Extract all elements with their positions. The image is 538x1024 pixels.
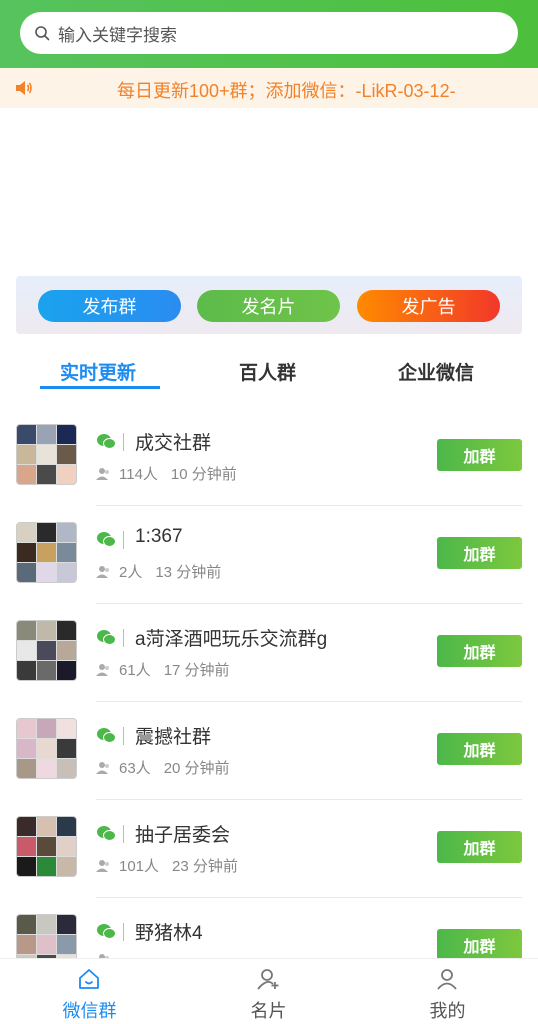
speaker-icon [16, 81, 32, 95]
member-count: 61人 [119, 662, 151, 679]
update-time: 10 分钟前 [170, 466, 237, 483]
search-input[interactable]: 输入关键字搜索 [20, 12, 518, 54]
join-group-button[interactable]: 加群 [437, 439, 522, 471]
group-meta: 61人 17 分钟前 [96, 659, 230, 680]
group-name: 震撼社群 [135, 727, 212, 748]
add-user-icon [257, 969, 279, 990]
member-count: 2人 [119, 564, 143, 581]
group-name: 1:367 [135, 526, 183, 547]
divider [123, 531, 124, 549]
wechat-icon [97, 728, 116, 743]
group-meta: 2人 13 分钟前 [96, 561, 221, 582]
list-item[interactable]: 成交社群 114人 10 分钟前 加群 [0, 408, 538, 506]
wechat-icon [97, 434, 116, 449]
search-icon [35, 26, 50, 41]
wechat-icon [97, 532, 116, 547]
divider [123, 629, 124, 647]
tabbar-item-mine[interactable]: 我的 [358, 959, 537, 1024]
user-icon [437, 969, 457, 990]
post-ad-button[interactable]: 发广告 [357, 290, 500, 322]
member-count: 114人 [119, 466, 158, 483]
join-group-button[interactable]: 加群 [437, 831, 522, 863]
home-icon [79, 969, 99, 989]
header: 输入关键字搜索 [0, 0, 538, 68]
tabbar-label: 我的 [429, 1001, 466, 1021]
wechat-icon [97, 630, 116, 645]
tabbar-item-wechat-groups[interactable]: 微信群 [0, 959, 179, 1024]
notice-bar: 每日更新100+群；添加微信：-LikR-03-12- [0, 68, 538, 108]
members-icon [96, 467, 109, 480]
notice-text: 每日更新100+群；添加微信：-LikR-03-12- [117, 81, 456, 101]
divider [123, 923, 124, 941]
category-tabs: 实时更新 百人群 企业微信 [0, 348, 538, 398]
join-group-button[interactable]: 加群 [437, 537, 522, 569]
update-time: 20 分钟前 [163, 760, 230, 777]
banner-area [0, 108, 538, 276]
join-group-button[interactable]: 加群 [437, 635, 522, 667]
tab-hundred-groups[interactable]: 百人群 [239, 358, 296, 385]
tab-enterprise-wechat[interactable]: 企业微信 [398, 358, 474, 385]
group-avatar [16, 816, 77, 877]
group-meta: 63人 20 分钟前 [96, 757, 230, 778]
group-name: 抽子居委会 [135, 825, 231, 846]
active-tab-indicator [40, 386, 160, 389]
group-meta: 114人 10 分钟前 [96, 463, 237, 484]
list-item[interactable]: a菏泽酒吧玩乐交流群g 61人 17 分钟前 加群 [0, 604, 538, 702]
group-avatar [16, 718, 77, 779]
wechat-icon [97, 826, 116, 841]
members-icon [96, 761, 109, 774]
tabbar-label: 名片 [250, 1001, 287, 1021]
join-group-button[interactable]: 加群 [437, 733, 522, 765]
post-card-button[interactable]: 发名片 [197, 290, 340, 322]
members-icon [96, 859, 109, 872]
group-avatar [16, 522, 77, 583]
join-group-button[interactable]: 加群 [437, 929, 522, 961]
list-item[interactable]: 抽子居委会 101人 23 分钟前 加群 [0, 800, 538, 898]
tabbar-item-cards[interactable]: 名片 [179, 959, 358, 1024]
divider [123, 727, 124, 745]
search-placeholder: 输入关键字搜索 [58, 25, 177, 45]
group-avatar [16, 424, 77, 485]
update-time: 23 分钟前 [172, 858, 238, 875]
member-count: 101人 [119, 858, 160, 875]
group-avatar [16, 620, 77, 681]
member-count: 63人 [119, 760, 151, 777]
list-item[interactable]: 1:367 2人 13 分钟前 加群 [0, 506, 538, 604]
members-icon [96, 663, 109, 676]
update-time: 17 分钟前 [163, 662, 230, 679]
divider [123, 825, 124, 843]
group-name: a菏泽酒吧玩乐交流群g [135, 629, 328, 650]
action-bar: 发布群 发名片 发广告 [16, 276, 522, 334]
update-time: 13 分钟前 [155, 564, 222, 581]
list-item[interactable]: 震撼社群 63人 20 分钟前 加群 [0, 702, 538, 800]
divider [123, 433, 124, 451]
tabbar-label: 微信群 [62, 1001, 117, 1021]
members-icon [96, 565, 109, 578]
group-name: 野猪林4 [135, 923, 203, 944]
post-group-button[interactable]: 发布群 [38, 290, 181, 322]
group-meta: 101人 23 分钟前 [96, 855, 238, 876]
wechat-icon [97, 924, 116, 939]
bottom-tabbar: 微信群 名片 我的 [0, 958, 538, 1024]
group-name: 成交社群 [135, 433, 212, 454]
tab-realtime[interactable]: 实时更新 [60, 358, 136, 385]
